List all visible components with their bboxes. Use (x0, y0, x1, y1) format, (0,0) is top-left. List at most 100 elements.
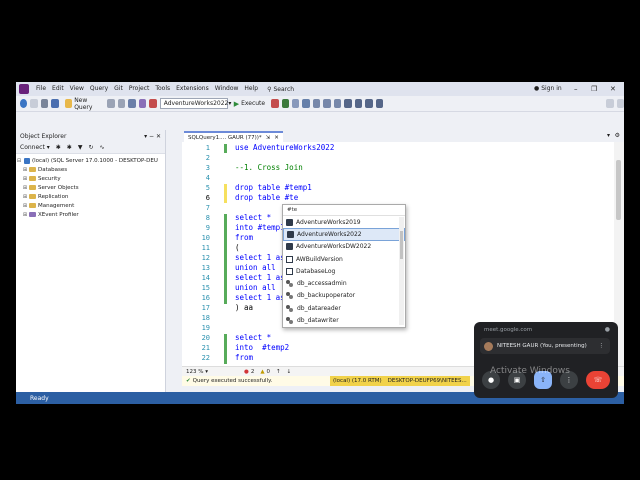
intellisense-item[interactable]: AdventureWorks2019 (283, 216, 405, 228)
intellisense-item[interactable]: db_accessadmin (283, 277, 405, 289)
undo-icon[interactable] (107, 99, 115, 108)
menu-query[interactable]: Query (87, 82, 111, 96)
tree-node-server-objects[interactable]: ⊞ Server Objects (16, 183, 165, 192)
tree-node-server[interactable]: ⊟ (local) (SQL Server 17.0.1000 - DESKTO… (16, 156, 165, 165)
intellisense-scrollbar[interactable] (399, 217, 404, 325)
menu-window[interactable]: Window (212, 82, 242, 96)
cancel-query-icon[interactable] (271, 99, 279, 108)
expand-icon[interactable]: ⊞ (22, 203, 28, 209)
settings-icon[interactable] (616, 99, 624, 108)
new-query-button[interactable]: New Query (62, 97, 105, 111)
menu-extensions[interactable]: Extensions (173, 82, 212, 96)
tree-node-security[interactable]: ⊞ Security (16, 174, 165, 183)
tree-node-xevent-profiler[interactable]: ⊞ XEvent Profiler (16, 210, 165, 219)
error-count[interactable]: ● 2 (244, 369, 254, 375)
tree-node-replication[interactable]: ⊞ Replication (16, 192, 165, 201)
results-to-icon[interactable] (312, 99, 321, 108)
results-grid-icon[interactable] (323, 99, 331, 108)
intellisense-item[interactable]: DatabaseLog (283, 265, 405, 277)
connect-icon[interactable]: ✱ (56, 144, 61, 151)
paste-icon[interactable] (138, 99, 147, 108)
menu-git[interactable]: Git (111, 82, 126, 96)
save-icon[interactable] (51, 99, 59, 108)
copy-icon[interactable] (128, 99, 136, 108)
redo-icon[interactable] (117, 99, 126, 108)
intellisense-item[interactable]: AdventureWorks2022 (283, 228, 405, 241)
execute-button[interactable]: ▶ Execute (231, 98, 268, 110)
tree-node-management[interactable]: ⊞ Management (16, 201, 165, 210)
menu-view[interactable]: View (67, 82, 87, 96)
expand-icon[interactable]: ⊞ (22, 194, 28, 200)
tree-node-label: XEvent Profiler (38, 211, 79, 218)
settings-gear-icon[interactable]: ⚙ (615, 132, 620, 139)
down-arrow-icon[interactable]: ↓ (287, 369, 292, 375)
stop-icon[interactable] (149, 99, 157, 108)
saved-change-marker (224, 214, 227, 304)
collapse-icon[interactable]: ⊟ (16, 158, 22, 164)
back-icon[interactable] (20, 99, 28, 108)
code-line-12: select 1 as (235, 253, 285, 262)
connect-button[interactable]: Connect ▾ (20, 144, 50, 151)
intellisense-item[interactable]: db_datawriter (283, 314, 405, 326)
close-tab-icon[interactable]: ✕ (274, 135, 279, 141)
indent-icon[interactable] (365, 99, 373, 108)
menu-file[interactable]: File (33, 82, 49, 96)
menu-edit[interactable]: Edit (49, 82, 67, 96)
minimize-button[interactable]: – (574, 82, 578, 96)
tab-sqlquery1[interactable]: SQLQuery1.... GAUR (77))* ⇲ ✕ (184, 131, 283, 142)
comment-icon[interactable] (344, 99, 352, 108)
zoom-level[interactable]: 123 % ▾ (186, 369, 208, 375)
display-plan-icon[interactable] (292, 99, 300, 108)
expand-icon[interactable]: ⊞ (22, 212, 28, 218)
expand-icon[interactable]: ⊞ (22, 185, 28, 191)
copilot-icon[interactable] (606, 99, 614, 108)
editor-tab-strip: SQLQuery1.... GAUR (77))* ⇲ ✕ ▾ ⚙ (182, 130, 624, 142)
query-options-icon[interactable] (302, 99, 310, 108)
panel-controls: ▾ − ✕ (144, 133, 161, 140)
intellisense-item[interactable]: db_backupoperator (283, 290, 405, 302)
warning-count[interactable]: ▲ 0 (260, 369, 270, 375)
close-window-button[interactable]: ✕ (610, 82, 616, 96)
tree-node-databases[interactable]: ⊞ Databases (16, 165, 165, 174)
pin-tab-icon[interactable]: ⇲ (266, 135, 271, 141)
restore-button[interactable]: ❐ (591, 82, 597, 96)
menu-help[interactable]: Help (241, 82, 261, 96)
activity-icon[interactable]: ∿ (99, 144, 104, 151)
search-box[interactable]: ⚲ Search (264, 86, 297, 93)
sign-in-button[interactable]: ● Sign in (534, 82, 562, 96)
filter-icon[interactable]: ▼ (78, 144, 83, 151)
uncomment-icon[interactable] (354, 99, 363, 108)
pin-icon[interactable]: ▾ (144, 133, 147, 140)
parse-icon[interactable] (281, 99, 290, 108)
leave-call-button[interactable]: ☏ (586, 371, 610, 389)
expand-icon[interactable]: ⊞ (22, 167, 28, 173)
database-selector-value: AdventureWorks2022 (163, 100, 229, 107)
menu-project[interactable]: Project (126, 82, 153, 96)
more-options-icon[interactable]: ⋮ (599, 343, 605, 349)
outdent-icon[interactable] (375, 99, 384, 108)
line-number: 11 (201, 244, 210, 252)
intellisense-item[interactable]: AdventureWorksDW2022 (283, 241, 405, 253)
forward-icon[interactable] (30, 99, 38, 108)
disconnect-icon[interactable]: ✱ (67, 144, 72, 151)
intellisense-item[interactable]: db_datareader (283, 302, 405, 314)
close-panel-icon[interactable]: ✕ (156, 133, 161, 140)
database-selector[interactable]: AdventureWorks2022 ▾ (159, 98, 231, 109)
intellisense-popup[interactable]: #te AdventureWorks2019 AdventureWorks2022… (282, 204, 406, 328)
refresh-icon[interactable]: ↻ (88, 144, 93, 151)
presenter-tile[interactable]: NITEESH GAUR (You, presenting) ⋮ (480, 338, 610, 354)
auto-hide-icon[interactable]: − (149, 133, 154, 140)
expand-icon[interactable]: ⊞ (22, 176, 28, 182)
up-arrow-icon[interactable]: ↑ (276, 369, 281, 375)
menu-tools[interactable]: Tools (152, 82, 173, 96)
connection-info: (local) (17.0 RTM) DESKTOP-DEUFP69\NITEE… (330, 376, 470, 386)
intellisense-item[interactable]: AWBuildVersion (283, 253, 405, 265)
success-check-icon: ✔ (186, 378, 191, 384)
scrollbar-thumb[interactable] (400, 231, 403, 259)
scrollbar-thumb[interactable] (616, 160, 621, 220)
tab-list-chevron-icon[interactable]: ▾ (607, 132, 610, 139)
results-file-icon[interactable] (333, 99, 342, 108)
table-icon (286, 267, 293, 275)
intellisense-item-label: AdventureWorks2019 (296, 218, 361, 226)
new-file-icon[interactable] (40, 99, 49, 108)
